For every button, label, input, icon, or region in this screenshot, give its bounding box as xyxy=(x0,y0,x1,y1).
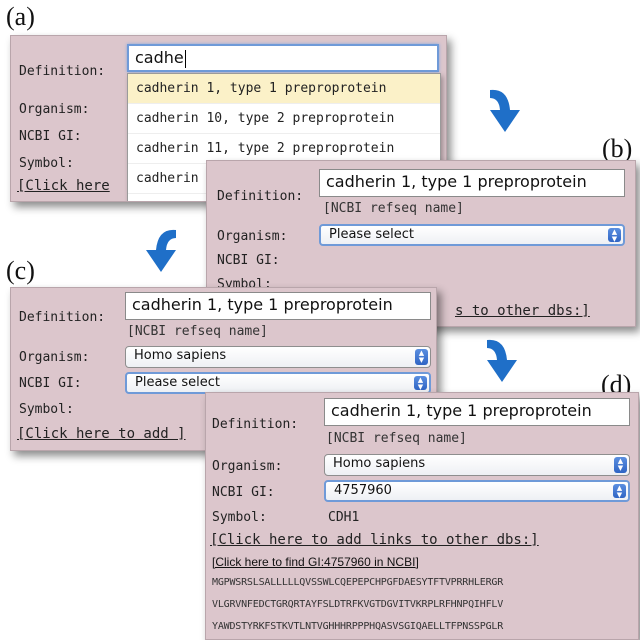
ncbi-gi-select-value: Please select xyxy=(135,375,220,390)
definition-label: Definition: xyxy=(19,310,106,325)
select-stepper-icon: ▲ ▼ xyxy=(614,457,627,473)
organism-select-value: Please select xyxy=(329,227,414,242)
organism-select[interactable]: Please select ▲ ▼ xyxy=(319,224,625,246)
symbol-value: CDH1 xyxy=(328,510,360,525)
organism-label: Organism: xyxy=(212,459,283,474)
refseq-hint: [NCBI refseq name] xyxy=(326,431,467,446)
text-caret xyxy=(184,49,186,68)
definition-typed-text: cadhe xyxy=(135,48,184,67)
organism-select-value: Homo sapiens xyxy=(333,456,426,471)
refseq-hint: [NCBI refseq name] xyxy=(127,324,268,339)
definition-label: Definition: xyxy=(19,64,106,79)
organism-label: Organism: xyxy=(19,350,90,365)
organism-select[interactable]: Homo sapiens ▲ ▼ xyxy=(125,346,431,368)
symbol-label: Symbol: xyxy=(19,156,74,171)
definition-label: Definition: xyxy=(212,417,299,432)
panel-label-c: (c) xyxy=(6,256,35,285)
ncbi-gi-select[interactable]: 4757960 ▲ ▼ xyxy=(324,480,630,502)
add-links-link[interactable]: s to other dbs:] xyxy=(455,303,590,319)
ncbi-gi-select[interactable]: Please select ▲ ▼ xyxy=(125,372,431,394)
definition-input[interactable]: cadhe xyxy=(127,44,439,72)
curved-arrow-icon xyxy=(487,339,517,382)
sequence-line: YAWDSTYRKFSTKVTLNTVGHHHRPPPHQASVSGIQAELL… xyxy=(212,621,504,632)
organism-label: Organism: xyxy=(19,102,90,117)
curved-arrow-icon xyxy=(490,89,520,132)
add-links-link[interactable]: [Click here xyxy=(17,178,110,194)
panel-label-a: (a) xyxy=(6,2,35,31)
organism-select[interactable]: Homo sapiens ▲ ▼ xyxy=(324,454,630,476)
organism-select-value: Homo sapiens xyxy=(134,348,227,363)
organism-label: Organism: xyxy=(217,229,288,244)
find-in-ncbi-link[interactable]: [Click here to find GI:4757960 in NCBI] xyxy=(212,555,419,569)
sequence-line: VLGRVNFEDCTGRQRTAYFSLDTRFKVGTDGVITVKRPLR… xyxy=(212,599,504,610)
symbol-label: Symbol: xyxy=(212,510,267,525)
ncbi-gi-label: NCBI GI: xyxy=(19,376,82,391)
sequence-line: MGPWSRSLSALLLLLQVSSWLCQEPEPCHPGFDAESYTFT… xyxy=(212,577,504,588)
ncbi-gi-label: NCBI GI: xyxy=(19,129,82,144)
suggestion-item[interactable]: cadherin 10, type 2 preproprotein xyxy=(128,104,440,134)
add-links-link[interactable]: [Click here to add links to other dbs:] xyxy=(210,532,539,548)
suggestion-item[interactable]: cadherin 1, type 1 preproprotein xyxy=(128,74,440,104)
panel-d: Definition: cadherin 1, type 1 prepropro… xyxy=(205,392,639,640)
select-stepper-icon: ▲ ▼ xyxy=(613,484,626,499)
ncbi-gi-label: NCBI GI: xyxy=(217,253,280,268)
symbol-label: Symbol: xyxy=(19,402,74,417)
definition-label: Definition: xyxy=(217,189,304,204)
definition-input[interactable]: cadherin 1, type 1 preproprotein xyxy=(324,398,630,426)
add-links-link[interactable]: [Click here to add ] xyxy=(17,426,186,442)
definition-input[interactable]: cadherin 1, type 1 preproprotein xyxy=(125,292,431,320)
ncbi-gi-label: NCBI GI: xyxy=(212,485,275,500)
select-stepper-icon: ▲ ▼ xyxy=(415,349,428,365)
select-stepper-icon: ▲ ▼ xyxy=(608,228,621,243)
curved-arrow-icon xyxy=(146,229,176,272)
refseq-hint: [NCBI refseq name] xyxy=(323,201,464,216)
select-stepper-icon: ▲ ▼ xyxy=(414,376,427,391)
definition-input[interactable]: cadherin 1, type 1 preproprotein xyxy=(319,169,625,197)
ncbi-gi-select-value: 4757960 xyxy=(334,483,392,498)
